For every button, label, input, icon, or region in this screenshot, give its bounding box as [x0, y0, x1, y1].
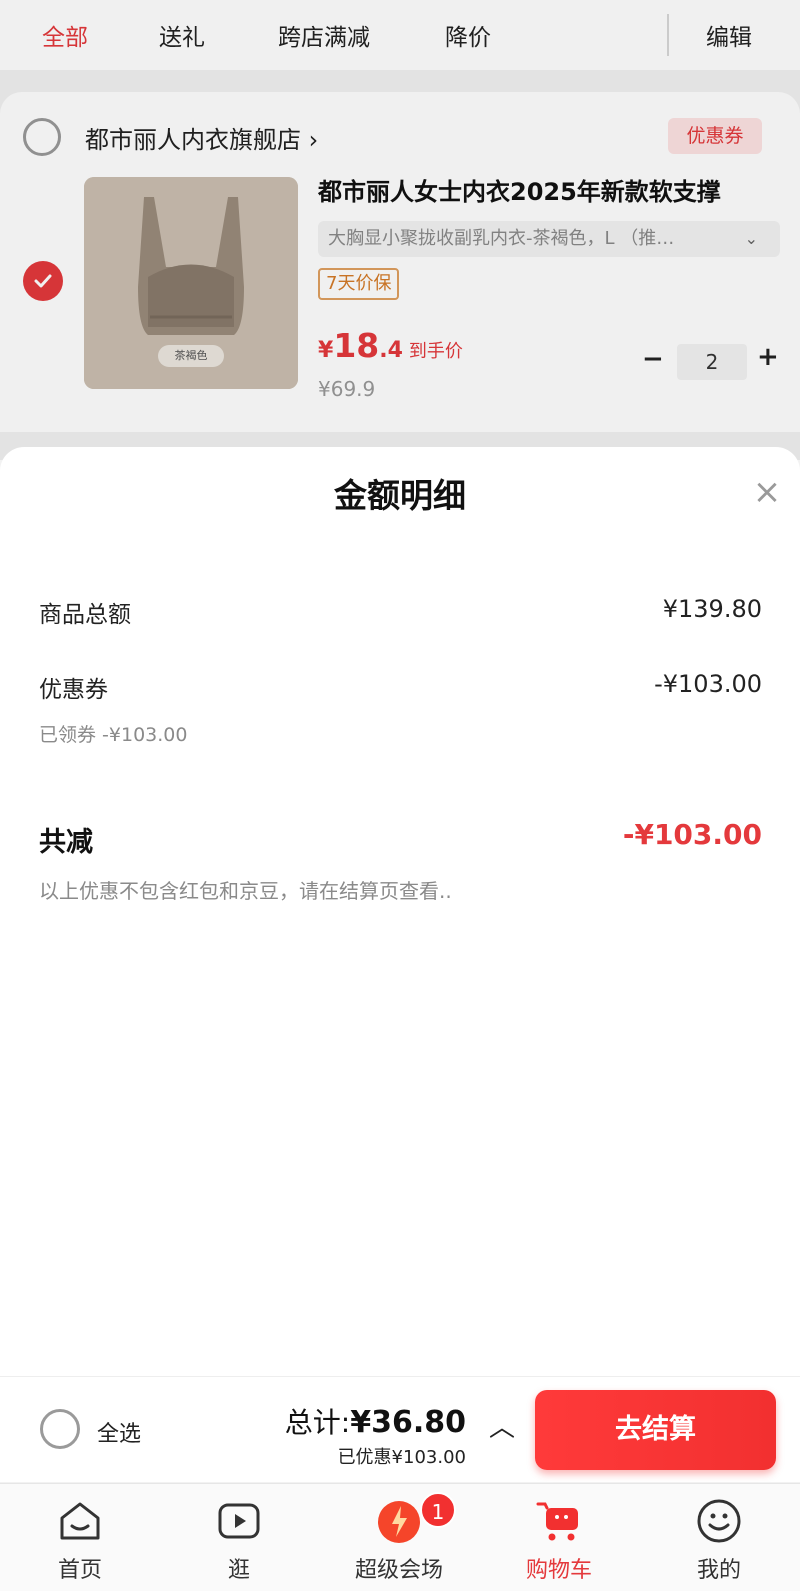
close-icon[interactable]: × [752, 475, 782, 509]
tab-label: 超级会场 [354, 1558, 443, 1583]
discount-note: 以上优惠不包含红包和京豆，请在结算页查看.. [39, 879, 452, 903]
tab-cart[interactable]: 购物车 [494, 1484, 624, 1591]
total-reduce-value: -¥103.00 [622, 818, 762, 851]
saved-amount: 已优惠¥103.00 [337, 1447, 466, 1468]
checkout-button[interactable]: 去结算 [535, 1390, 776, 1470]
tab-mine[interactable]: 我的 [654, 1484, 784, 1591]
goods-total-label: 商品总额 [39, 602, 131, 628]
coupon-label: 优惠券 [39, 677, 108, 703]
tab-home[interactable]: 首页 [15, 1484, 145, 1591]
notification-badge: 1 [420, 1492, 456, 1528]
total-amount: ¥36.80 [350, 1405, 466, 1440]
select-all-radio[interactable] [40, 1409, 80, 1449]
home-icon [60, 1502, 100, 1540]
chevron-up-icon[interactable]: ︿ [489, 1407, 515, 1444]
smiley-icon [697, 1499, 741, 1543]
total-prefix: 总计: [284, 1406, 351, 1439]
sheet-title: 金额明细 [334, 476, 466, 515]
select-all-label[interactable]: 全选 [97, 1416, 141, 1448]
super-venue-icon [378, 1501, 420, 1543]
checkout-bar: 全选 总计:¥36.80 已优惠¥103.00 ︿ 去结算 [0, 1376, 800, 1482]
amount-detail-sheet: 金额明细 × 商品总额 ¥139.80 优惠券 -¥103.00 已领券 -¥1… [0, 447, 800, 1377]
tab-browse[interactable]: 逛 [174, 1484, 304, 1591]
goods-total-value: ¥139.80 [662, 595, 762, 623]
tab-label: 购物车 [525, 1558, 592, 1583]
total-line: 总计:¥36.80 [285, 1401, 466, 1441]
total-reduce-label: 共减 [39, 827, 93, 858]
coupon-claimed-detail: 已领券 -¥103.00 [39, 724, 188, 746]
coupon-value: -¥103.00 [654, 670, 762, 698]
tab-label: 首页 [57, 1558, 102, 1583]
tab-label: 我的 [696, 1558, 741, 1583]
cart-icon [536, 1502, 578, 1541]
play-icon [218, 1503, 260, 1539]
bottom-tab-bar: 首页 逛 1 超级会场 购物车 我的 [0, 1483, 800, 1591]
background-dim-overlay[interactable] [0, 0, 800, 460]
tab-super-venue[interactable]: 1 超级会场 [334, 1484, 464, 1591]
tab-label: 逛 [227, 1558, 250, 1583]
